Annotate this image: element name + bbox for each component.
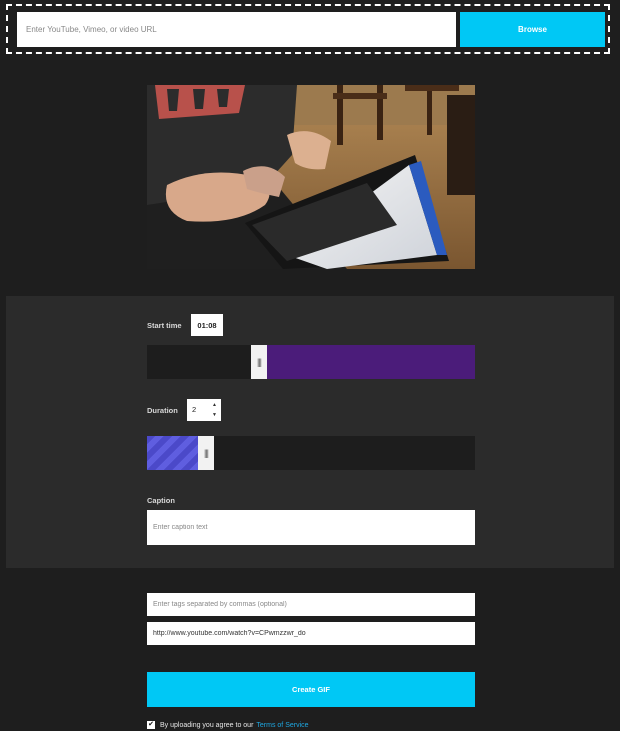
terms-of-service-link[interactable]: Terms of Service — [256, 722, 308, 729]
start-time-remaining-fill — [267, 345, 475, 379]
create-gif-button[interactable]: Create GIF — [147, 672, 475, 707]
browse-button[interactable]: Browse — [460, 12, 605, 47]
duration-label: Duration — [147, 406, 178, 415]
start-time-label: Start time — [147, 321, 182, 330]
caption-input[interactable] — [147, 510, 475, 545]
duration-slider[interactable]: ||| — [147, 436, 475, 470]
video-preview — [147, 85, 475, 269]
checkmark-icon: ✔ — [148, 721, 154, 728]
duration-value: 2 — [192, 405, 197, 414]
start-time-slider[interactable]: ||| — [147, 345, 475, 379]
video-url-input[interactable] — [17, 12, 456, 47]
source-url-field[interactable] — [147, 622, 475, 645]
duration-fill — [147, 436, 198, 470]
grip-lines-icon: ||| — [256, 357, 262, 367]
increment-icon[interactable]: ▲ — [210, 400, 219, 410]
duration-handle[interactable]: ||| — [198, 436, 214, 470]
caption-label: Caption — [147, 496, 175, 505]
grip-lines-icon: ||| — [203, 448, 209, 458]
terms-checkbox[interactable]: ✔ — [147, 721, 155, 729]
start-time-value[interactable]: 01:08 — [191, 314, 223, 336]
duration-stepper[interactable]: 2 ▲ ▼ — [187, 399, 221, 421]
video-frame-image — [147, 85, 475, 269]
tags-input[interactable] — [147, 593, 475, 616]
terms-text: By uploading you agree to our — [160, 721, 254, 729]
start-time-handle[interactable]: ||| — [251, 345, 267, 379]
terms-agreement: ✔ By uploading you agree to our Terms of… — [147, 719, 309, 731]
decrement-icon[interactable]: ▼ — [210, 410, 219, 420]
